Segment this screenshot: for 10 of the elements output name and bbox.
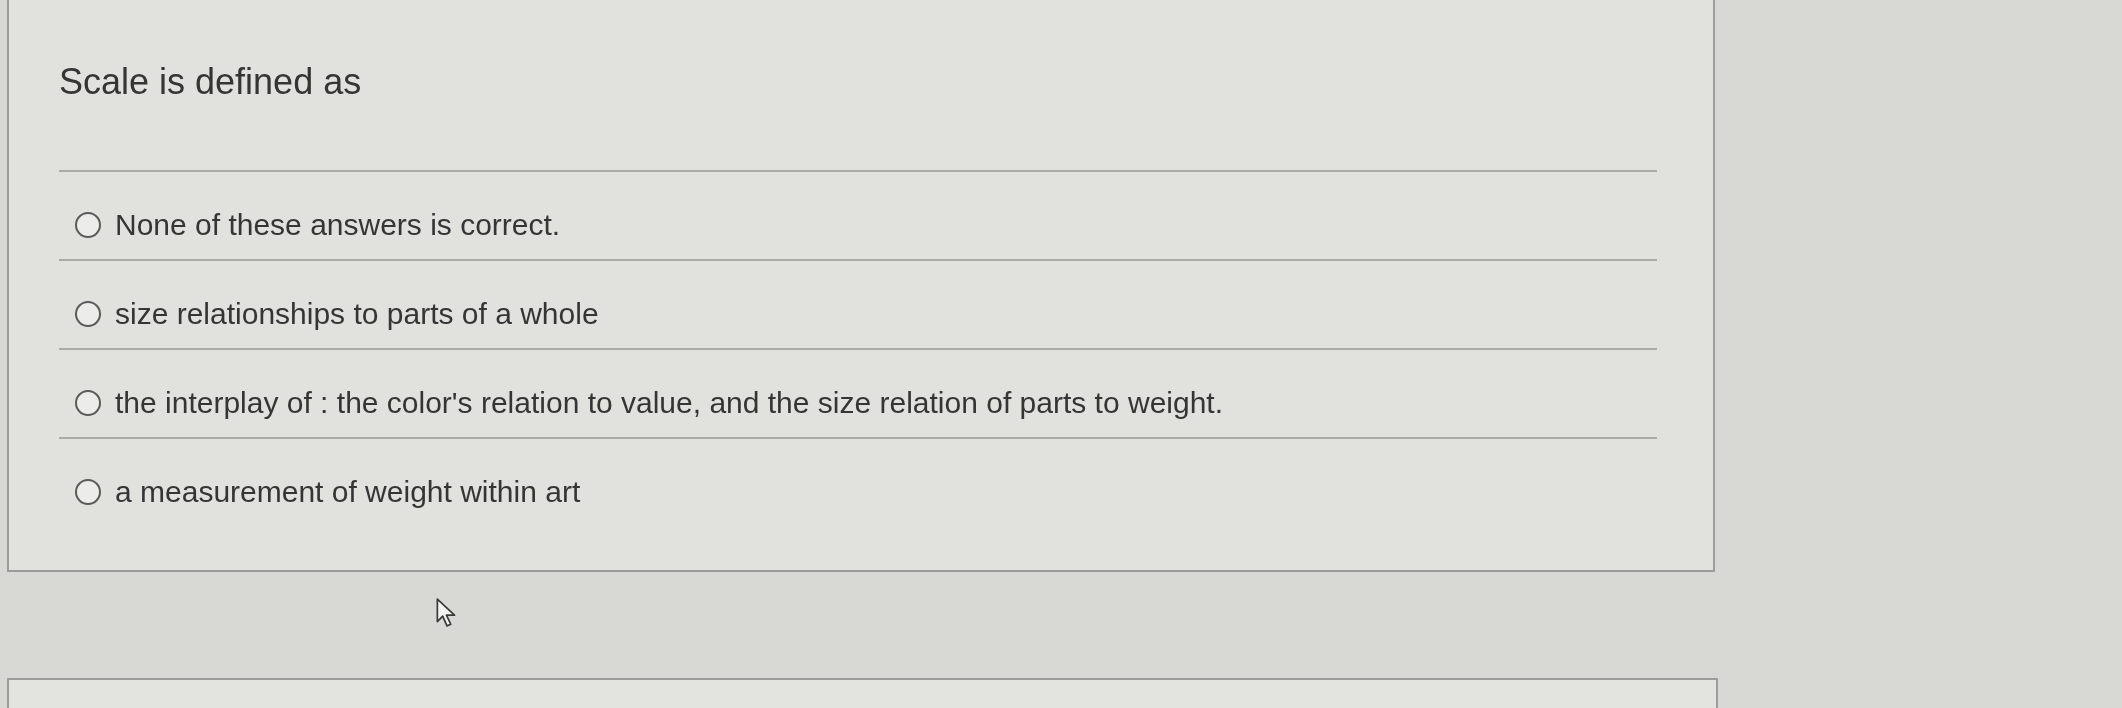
answer-option-text: None of these answers is correct. (115, 208, 561, 242)
radio-button[interactable] (75, 390, 101, 416)
radio-button[interactable] (75, 479, 101, 505)
question-text: Scale is defined as (59, 60, 362, 104)
mouse-pointer-icon (436, 598, 458, 628)
answer-option-text: a measurement of weight within art (115, 475, 581, 509)
radio-button[interactable] (75, 212, 101, 238)
answer-option-text: the interplay of : the color's relation to value, and the size relation of parts to weight. (115, 386, 1224, 420)
radio-button[interactable] (75, 301, 101, 327)
answer-option-text: size relationships to parts of a whole (115, 297, 599, 331)
